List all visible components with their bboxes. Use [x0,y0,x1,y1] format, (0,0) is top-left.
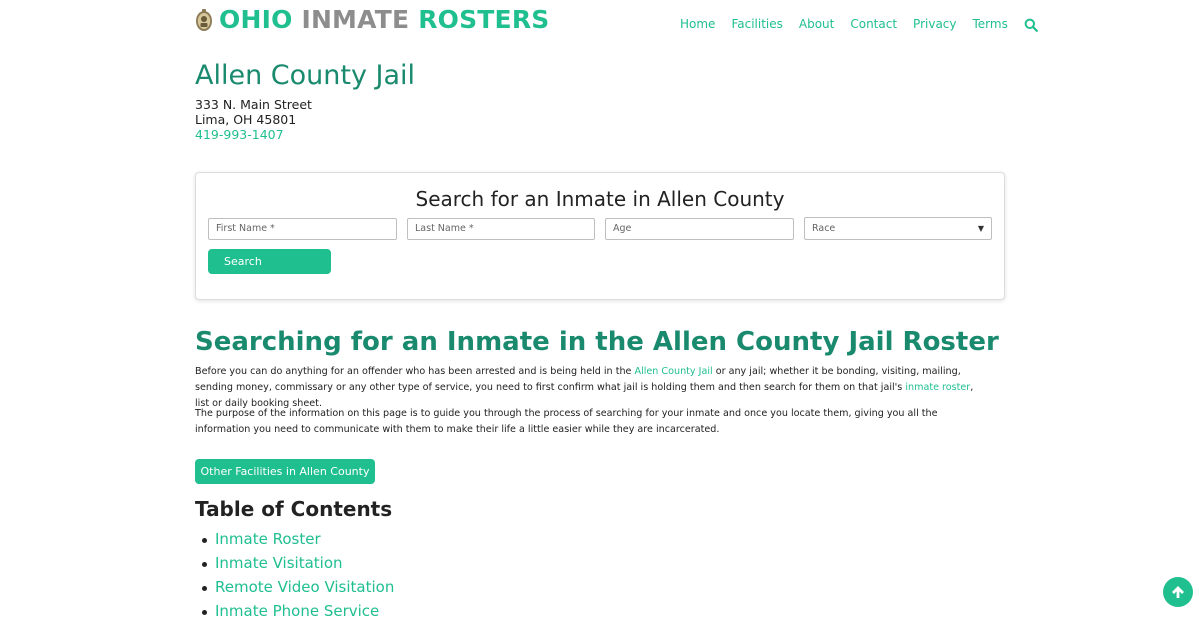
logo-word-ohio: OHIO [219,5,293,34]
age-input[interactable]: Age [605,218,794,240]
nav-privacy[interactable]: Privacy [913,17,956,32]
search-button[interactable]: Search [208,249,331,274]
race-select[interactable]: Race ▼ [804,217,992,240]
toc-item: Remote Video Visitation [201,576,394,600]
site-logo[interactable]: OHIO INMATE ROSTERS [195,6,549,34]
toc-link-remote-video-visitation[interactable]: Remote Video Visitation [215,578,394,596]
first-name-input[interactable]: First Name * [208,218,397,240]
chevron-down-icon: ▼ [977,223,984,233]
logo-word-inmate: INMATE [301,5,410,34]
intro-text-a: Before you can do anything for an offend… [195,366,635,377]
toc-item: Inmate Visitation [201,552,394,576]
main-nav: Home Facilities About Contact Privacy Te… [680,17,1038,32]
jail-address: 333 N. Main Street Lima, OH 45801 419-99… [195,97,312,142]
address-street: 333 N. Main Street [195,97,312,112]
inmate-roster-link[interactable]: inmate roster [905,382,970,393]
back-to-top-button[interactable] [1163,577,1193,607]
nav-contact[interactable]: Contact [850,17,897,32]
address-city: Lima, OH 45801 [195,112,297,127]
table-of-contents: Inmate Roster Inmate Visitation Remote V… [201,528,394,620]
toc-item: Inmate Roster [201,528,394,552]
nav-home[interactable]: Home [680,17,715,32]
intro-paragraph: Before you can do anything for an offend… [195,364,985,412]
nav-terms[interactable]: Terms [973,17,1008,32]
sheriff-badge-icon [196,9,212,31]
toc-link-inmate-visitation[interactable]: Inmate Visitation [215,554,343,572]
inmate-search-form: Search for an Inmate in Allen County Fir… [195,172,1005,300]
phone-link[interactable]: 419-993-1407 [195,127,284,142]
search-form-title: Search for an Inmate in Allen County [415,187,785,211]
page-title: Allen County Jail [195,60,416,91]
arrow-up-icon [1172,586,1184,598]
toc-link-inmate-phone-service[interactable]: Inmate Phone Service [215,602,379,620]
last-name-input[interactable]: Last Name * [407,218,595,240]
section-title: Searching for an Inmate in the Allen Cou… [195,327,999,357]
logo-word-rosters: ROSTERS [418,5,550,34]
allen-county-jail-link[interactable]: Allen County Jail [635,366,713,377]
other-facilities-button[interactable]: Other Facilities in Allen County [195,459,375,484]
toc-link-inmate-roster[interactable]: Inmate Roster [215,530,321,548]
toc-title: Table of Contents [195,497,393,521]
race-select-value: Race [812,222,836,234]
search-icon[interactable] [1024,18,1038,32]
purpose-paragraph: The purpose of the information on this p… [195,408,938,435]
toc-item: Inmate Phone Service [201,600,394,620]
nav-about[interactable]: About [799,17,834,32]
nav-facilities[interactable]: Facilities [731,17,782,32]
site-header: OHIO INMATE ROSTERS Home Facilities Abou… [0,0,1200,48]
logo-text: OHIO INMATE ROSTERS [219,6,549,34]
